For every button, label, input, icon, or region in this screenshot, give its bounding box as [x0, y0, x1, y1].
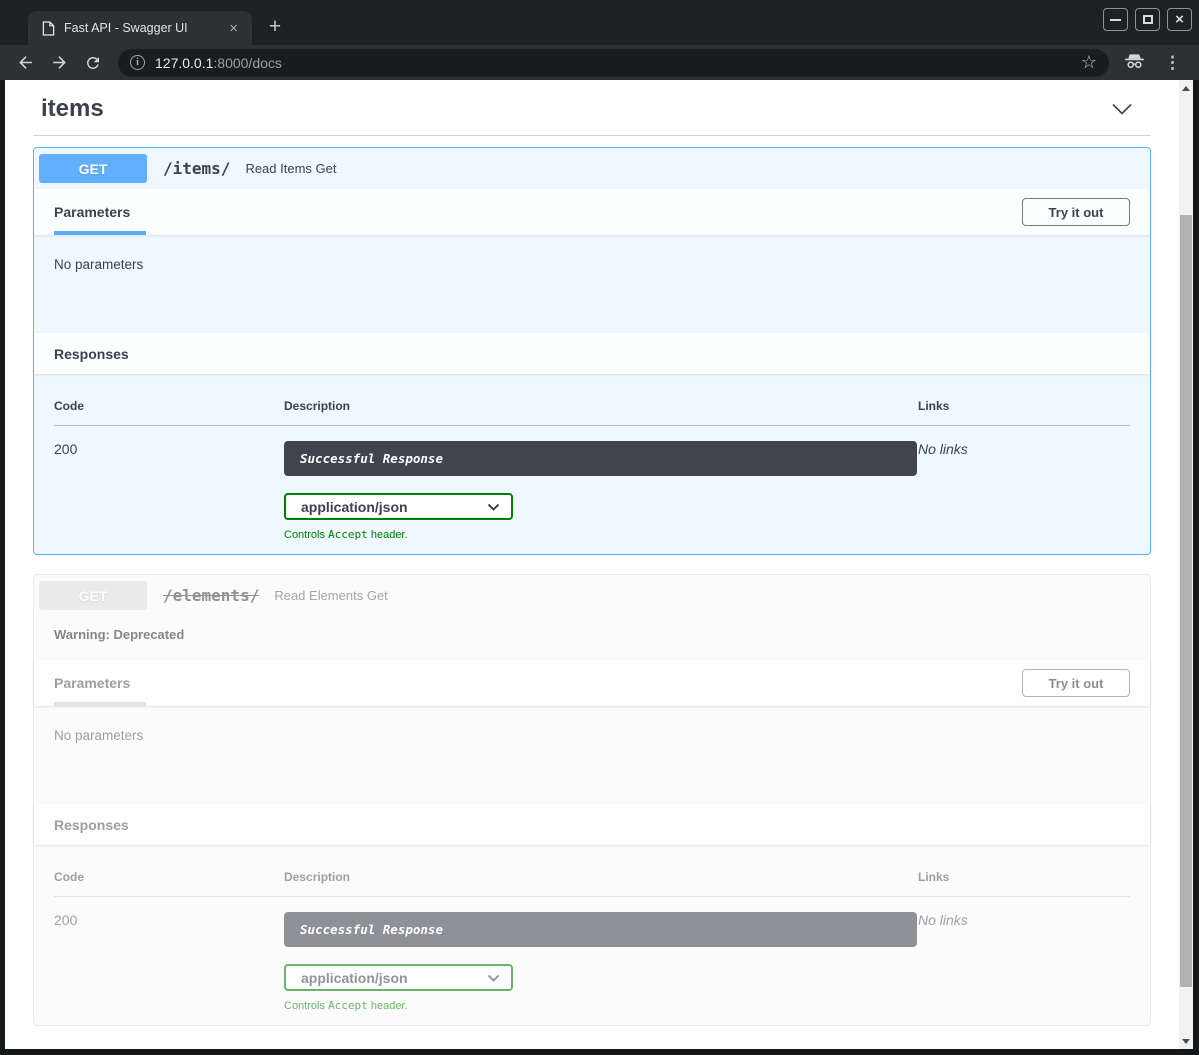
endpoint-description: Read Elements Get [274, 588, 387, 603]
parameters-tab-underline [54, 702, 146, 706]
maximize-icon [1143, 15, 1153, 24]
media-type-value: application/json [301, 970, 408, 986]
menu-icon[interactable]: ⋮ [1158, 53, 1187, 73]
select-chevron-icon [487, 974, 500, 982]
description-column-header: Description [284, 870, 918, 884]
scroll-up-arrow[interactable] [1179, 80, 1193, 96]
responses-header: Responses [34, 333, 1150, 374]
browser-toolbar: i 127.0.0.1:8000/docs ☆ ⋮ [0, 45, 1199, 80]
endpoint-summary[interactable]: GET /items/ Read Items Get [34, 148, 1150, 189]
response-code: 200 [54, 912, 284, 1012]
parameters-header: Parameters Try it out [34, 660, 1150, 706]
try-it-out-button[interactable]: Try it out [1022, 198, 1130, 226]
response-description: Successful Response [300, 922, 443, 937]
deprecated-warning: Warning: Deprecated [34, 616, 1150, 660]
responses-table-head: Code Description Links [54, 870, 1130, 897]
links-column-header: Links [918, 870, 1130, 884]
parameters-tab: Parameters [54, 675, 130, 691]
description-column-header: Description [284, 399, 918, 413]
endpoint-path: /elements/ [163, 586, 259, 605]
bookmark-star-icon[interactable]: ☆ [1081, 52, 1097, 73]
back-button[interactable] [12, 50, 38, 76]
code-column-header: Code [54, 870, 284, 884]
http-method-badge: GET [39, 154, 147, 183]
tab-close-icon[interactable]: × [225, 19, 242, 38]
endpoint-summary[interactable]: GET /elements/ Read Elements Get [34, 575, 1150, 616]
minimize-button[interactable] [1103, 8, 1128, 31]
response-description: Successful Response [300, 451, 443, 466]
scrollbar[interactable] [1179, 80, 1193, 1049]
code-column-header: Code [54, 399, 284, 413]
page-viewport: items GET /items/ Read Items Get Paramet… [5, 80, 1193, 1049]
window-controls: × [1103, 8, 1192, 31]
incognito-icon [1123, 52, 1146, 74]
endpoint-get-elements-deprecated: GET /elements/ Read Elements Get Warning… [33, 574, 1151, 1026]
parameters-tab: Parameters [54, 204, 130, 220]
http-method-badge: GET [39, 581, 147, 610]
reload-button[interactable] [80, 50, 106, 76]
select-chevron-icon [487, 503, 500, 511]
responses-table-head: Code Description Links [54, 399, 1130, 426]
scrollbar-thumb[interactable] [1180, 215, 1192, 987]
endpoint-get-items: GET /items/ Read Items Get Parameters Tr… [33, 147, 1151, 555]
endpoint-description: Read Items Get [245, 161, 336, 176]
parameters-tab-underline [54, 231, 146, 235]
chevron-down-icon[interactable] [1111, 103, 1133, 115]
links-column-header: Links [918, 399, 1130, 413]
close-button[interactable]: × [1167, 8, 1192, 31]
browser-tab[interactable]: Fast API - Swagger UI × [28, 11, 252, 45]
response-links: No links [918, 441, 1130, 541]
scroll-down-arrow[interactable] [1179, 1033, 1193, 1049]
responses-table: Code Description Links 200 Successful Re… [34, 845, 1150, 1025]
tab-title: Fast API - Swagger UI [64, 21, 225, 35]
parameters-header: Parameters Try it out [34, 189, 1150, 235]
no-parameters-text: No parameters [34, 235, 1150, 333]
minimize-icon [1110, 19, 1121, 21]
accept-header-note: Controls Accept header. [284, 999, 918, 1012]
media-type-select[interactable]: application/json [284, 964, 513, 991]
forward-button[interactable] [46, 50, 72, 76]
new-tab-button[interactable]: + [262, 14, 288, 40]
responses-table: Code Description Links 200 Successful Re… [34, 374, 1150, 554]
try-it-out-button[interactable]: Try it out [1022, 669, 1130, 697]
accept-header-note: Controls Accept header. [284, 528, 918, 541]
maximize-button[interactable] [1135, 8, 1160, 31]
no-parameters-text: No parameters [34, 706, 1150, 804]
close-icon: × [1175, 12, 1184, 27]
site-info-icon[interactable]: i [130, 55, 145, 70]
tab-strip: Fast API - Swagger UI × + × [0, 0, 1199, 45]
responses-title: Responses [54, 346, 129, 362]
url-text: 127.0.0.1:8000/docs [155, 55, 1073, 71]
tag-section-header[interactable]: items [33, 87, 1151, 136]
response-links: No links [918, 912, 1130, 1012]
table-row: 200 Successful Response application/json [54, 897, 1130, 1012]
tag-title: items [41, 95, 104, 123]
media-type-select[interactable]: application/json [284, 493, 513, 520]
response-code: 200 [54, 441, 284, 541]
table-row: 200 Successful Response application/json [54, 426, 1130, 541]
page-favicon-icon [42, 21, 55, 36]
response-description-box: Successful Response [284, 912, 917, 947]
responses-header: Responses [34, 804, 1150, 845]
endpoint-path: /items/ [163, 159, 230, 178]
response-description-box: Successful Response [284, 441, 917, 476]
media-type-value: application/json [301, 499, 408, 515]
responses-title: Responses [54, 817, 129, 833]
address-bar[interactable]: i 127.0.0.1:8000/docs ☆ [118, 49, 1109, 77]
swagger-page: items GET /items/ Read Items Get Paramet… [5, 80, 1179, 1049]
